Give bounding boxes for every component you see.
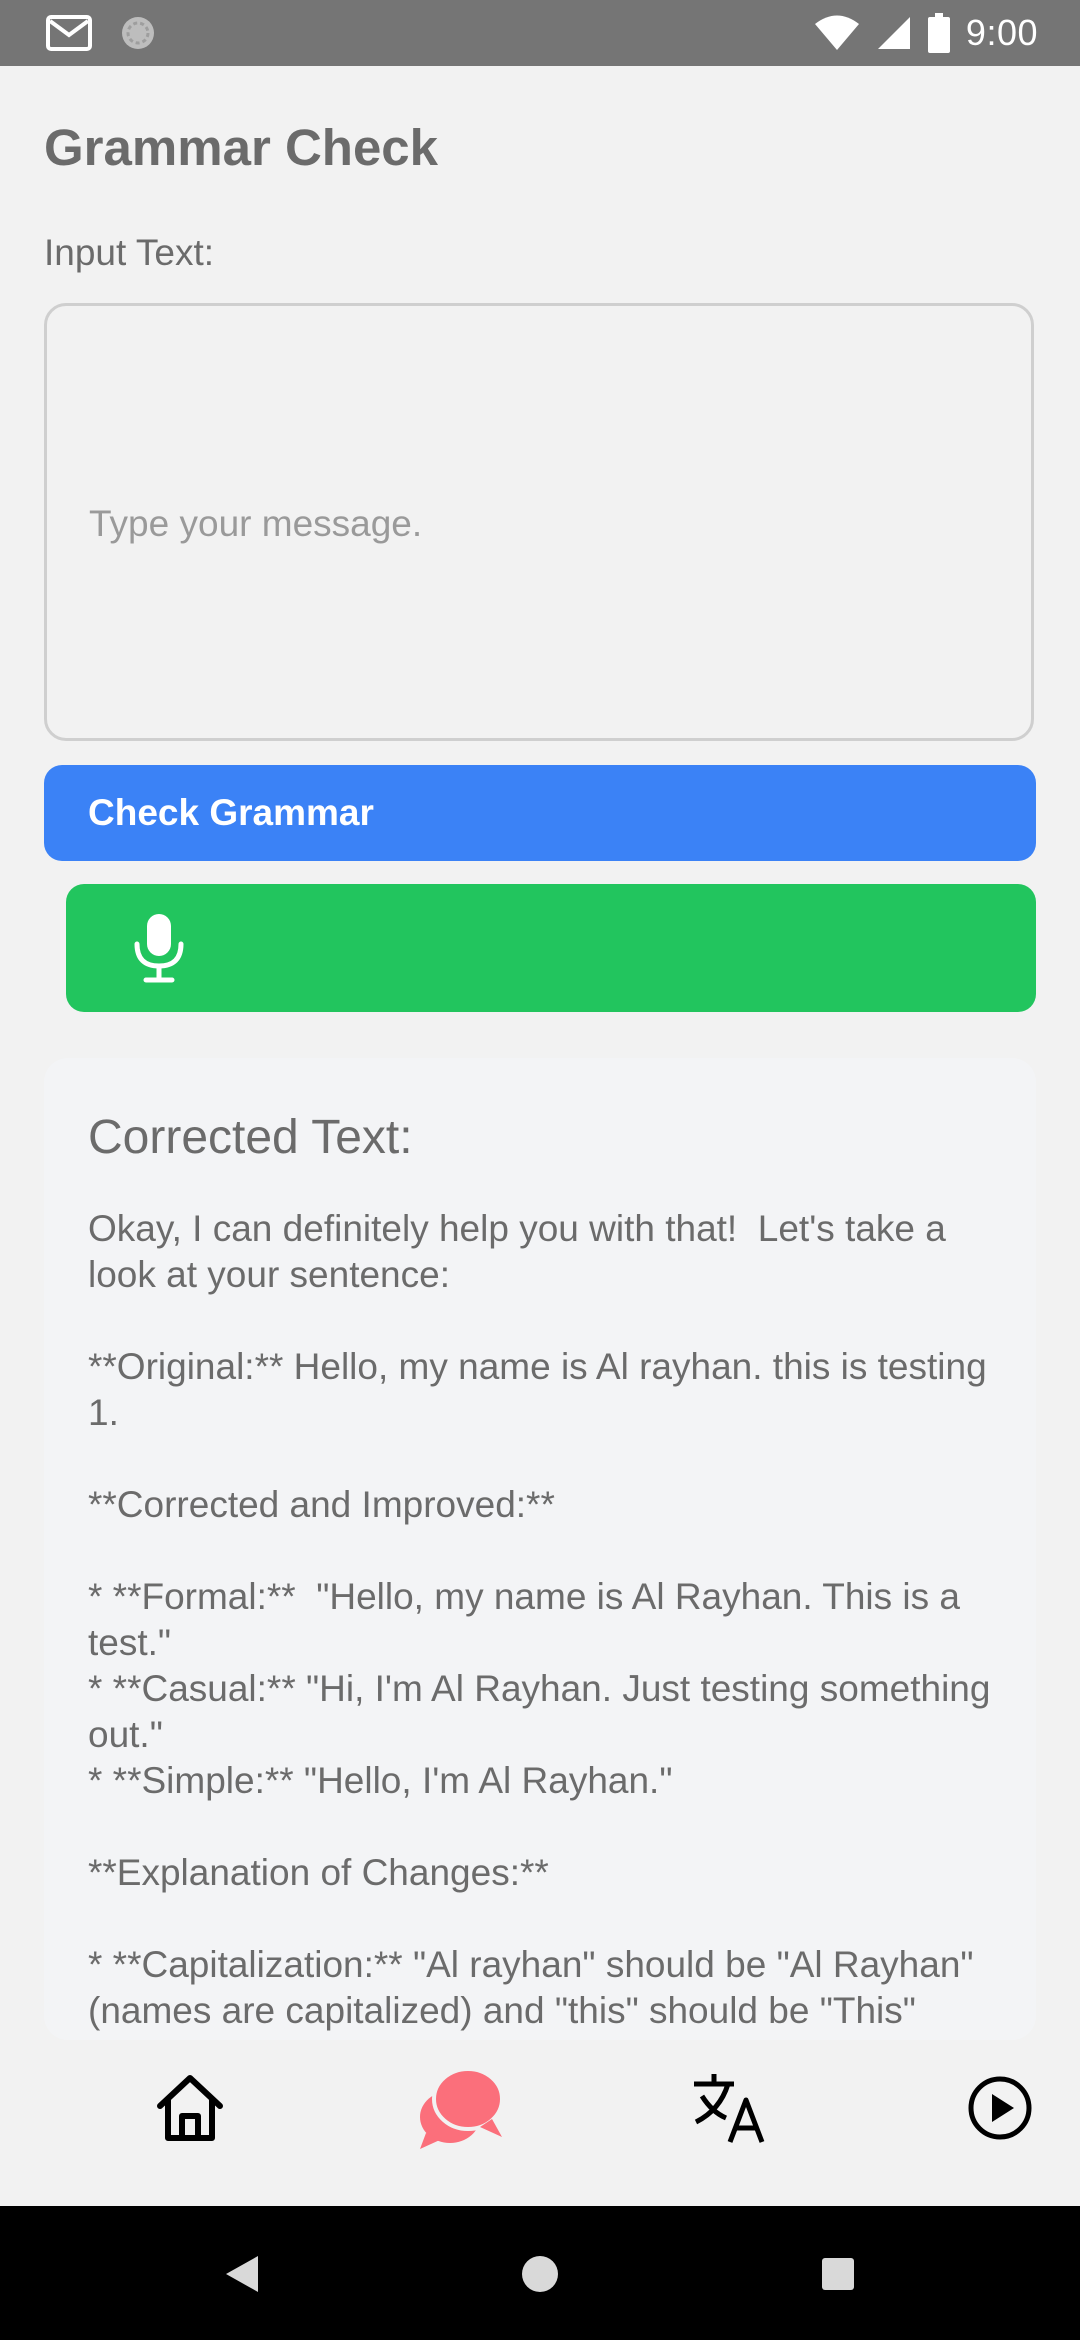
chat-icon [414,2063,506,2153]
bottom-navigation [0,2040,1080,2206]
corrected-text-body: Okay, I can definitely help you with tha… [88,1208,991,2040]
nav-chat[interactable] [410,2058,510,2158]
input-label: Input Text: [44,232,215,273]
input-container [44,303,1034,741]
home-icon [152,2070,228,2146]
home-circle-icon [520,2254,560,2294]
page-title: Grammar Check [44,119,439,176]
play-icon [967,2075,1033,2141]
system-back-button[interactable] [218,2250,266,2298]
nav-play[interactable] [950,2058,1050,2158]
battery-icon [927,13,950,53]
status-bar: 9:00 [0,0,1080,66]
status-right-icons: 9:00 [814,12,1038,54]
sync-icon [118,13,158,53]
system-navigation-bar [0,2206,1080,2340]
corrected-text-heading: Corrected Text: [88,1111,413,1164]
signal-icon [876,15,912,51]
gmail-icon [46,15,92,51]
recents-square-icon [820,2256,856,2292]
corrected-text-card: Corrected Text: Okay, I can definitely h… [44,1058,1036,2040]
nav-home[interactable] [140,2058,240,2158]
status-left-icons [46,12,158,54]
microphone-icon [124,912,194,984]
microphone-button[interactable] [66,884,1036,1012]
system-recents-button[interactable] [814,2250,862,2298]
system-home-button[interactable] [516,2250,564,2298]
back-triangle-icon [224,2254,260,2294]
nav-translate[interactable] [680,2058,780,2158]
message-input[interactable] [47,306,1031,738]
translate-icon [690,2070,770,2146]
check-grammar-button[interactable]: Check Grammar [44,765,1036,861]
status-time: 9:00 [965,12,1038,53]
wifi-icon [814,15,860,51]
